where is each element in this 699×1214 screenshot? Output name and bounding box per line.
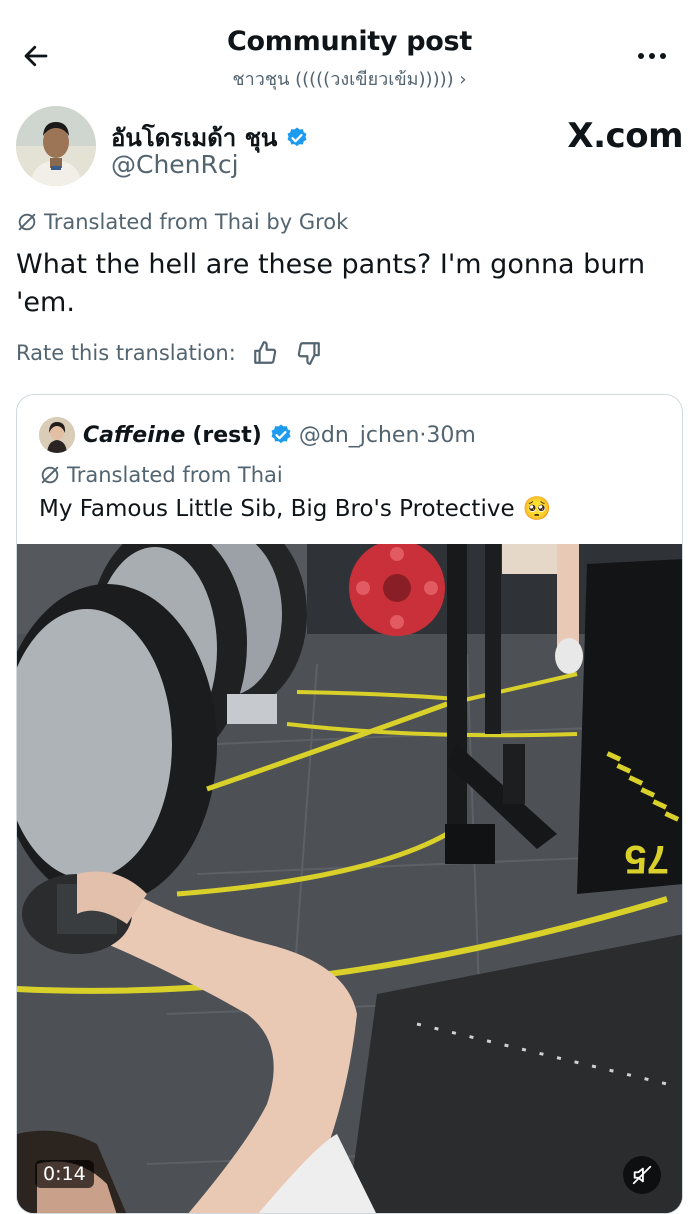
site-logo: X.com (567, 116, 683, 156)
post-text: What the hell are these pants? I'm gonna… (16, 249, 646, 318)
verified-icon (271, 424, 291, 444)
post-time: 30m (426, 422, 476, 448)
mute-button[interactable] (623, 1156, 661, 1194)
top-bar: Community post ชาวชุน (((((วงเขียวเข้ม))… (0, 0, 699, 100)
pleading-face-emoji: 🥺 (522, 496, 552, 522)
page-title: Community post (227, 26, 472, 57)
verified-icon (287, 127, 307, 146)
more-button[interactable] (630, 44, 674, 68)
post-author: อันโดรเมด้า ชุน @ChenRcj X.com (16, 106, 683, 190)
separator-dot: · (419, 422, 427, 448)
more-icon (638, 53, 644, 59)
thumbs-down-icon (297, 342, 320, 365)
community-link[interactable]: ชาวชุน (((((วงเขียวเข้ม))))) › (0, 64, 699, 93)
video-duration: 0:14 (35, 1160, 94, 1188)
author-handle[interactable]: @ChenRcj (111, 150, 239, 179)
quoted-author-name-suffix: (rest) (192, 422, 262, 448)
quoted-author-handle: @dn_jchen (298, 422, 420, 448)
svg-text:75: 75 (625, 837, 670, 881)
video-frame: 75 (17, 544, 682, 1213)
translate-icon (18, 213, 36, 231)
translate-icon (41, 466, 59, 484)
video-player[interactable]: 75 0:14 (17, 544, 682, 1213)
rate-label: Rate this translation: (16, 341, 236, 365)
thumbs-up-button[interactable] (250, 338, 280, 368)
quoted-post[interactable]: Caffeine (rest) @dn_jchen · 30m Translat… (16, 394, 683, 1214)
mute-icon (632, 1165, 652, 1185)
quoted-translation-note: Translated from Thai (39, 463, 283, 487)
thumbs-down-button[interactable] (294, 338, 324, 368)
quoted-avatar[interactable] (39, 417, 75, 453)
quoted-author-row: Caffeine (rest) @dn_jchen · 30m (39, 417, 476, 453)
quoted-author-name[interactable]: Caffeine (83, 423, 185, 448)
translation-note: Translated from Thai by Grok (16, 210, 348, 234)
quoted-text: My Famous Little Sib, Big Bro's Protecti… (39, 495, 552, 523)
avatar[interactable] (16, 106, 96, 186)
thumbs-up-icon (253, 341, 277, 364)
rate-translation: Rate this translation: (16, 338, 324, 368)
